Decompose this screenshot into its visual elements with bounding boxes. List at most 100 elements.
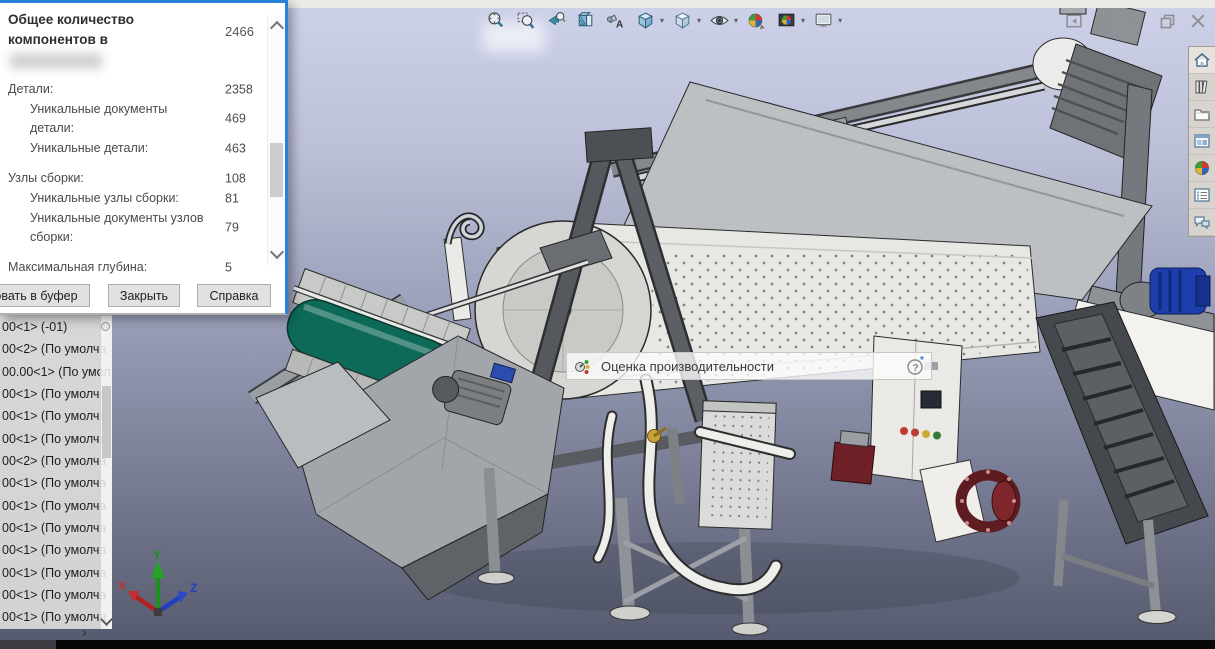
hide-show-items-icon xyxy=(709,10,730,31)
feature-tree-flyout: 00<1> (-01) 00<2> (По умолча 00.00<1> (П… xyxy=(0,315,112,629)
tree-scrollbar-thumb[interactable] xyxy=(102,386,111,458)
triad-y-label: Y xyxy=(153,550,161,562)
close-dialog-button[interactable]: Закрыть xyxy=(108,284,180,307)
stat-label: Узлы сборки: xyxy=(8,169,204,188)
feature-tree-item[interactable]: 00<1> (По умолча xyxy=(0,584,112,606)
svg-text:?: ? xyxy=(912,362,918,374)
feature-tree-item[interactable]: 00<1> (По умолча xyxy=(0,495,112,517)
drum-cover xyxy=(620,82,1152,300)
feature-tree-item[interactable]: 00<1> (По умолча xyxy=(0,405,112,427)
taskpane-forum-button[interactable] xyxy=(1189,209,1215,236)
gearmotor xyxy=(1033,8,1162,162)
previous-view-icon xyxy=(545,10,566,31)
feature-tree-item[interactable]: 00<2> (По умолча xyxy=(0,450,112,472)
minimize-button[interactable] xyxy=(1127,12,1145,30)
taskpane-design-library-button[interactable] xyxy=(1189,74,1215,101)
section-view-button[interactable] xyxy=(574,9,597,32)
perforated-box xyxy=(699,401,776,529)
hide-show-items-dropdown[interactable]: ▾ xyxy=(734,16,738,25)
dialog-scrollbar-thumb[interactable] xyxy=(270,143,283,197)
help-icon: ? * xyxy=(906,356,926,376)
custom-properties-icon xyxy=(1192,185,1212,205)
hide-show-items-button[interactable] xyxy=(708,9,731,32)
stat-label: Уникальные детали: xyxy=(8,139,204,158)
tree-scroll-down-icon[interactable] xyxy=(100,613,112,626)
display-style-icon xyxy=(672,10,693,31)
stat-label: Детали: xyxy=(8,80,204,99)
pane-toggle-right-button[interactable] xyxy=(1096,12,1114,30)
view-orientation-button[interactable] xyxy=(634,9,657,32)
scroll-up-icon[interactable] xyxy=(270,21,284,35)
feature-tree-item[interactable]: 00<2> (По умолча xyxy=(0,338,112,360)
copy-to-clipboard-button[interactable]: ировать в буфер xyxy=(0,284,90,307)
help-dialog-button[interactable]: Справка xyxy=(197,284,271,307)
feature-tree-item[interactable]: 00<1> (По умолча xyxy=(0,428,112,450)
stat-label: Уникальные документы узлов сборки: xyxy=(8,209,204,247)
view-orientation-icon xyxy=(635,10,656,31)
feature-tree-item[interactable]: 00<1> (По умолча xyxy=(0,517,112,539)
stat-row: Уникальные документы детали: 469 xyxy=(8,100,268,138)
feature-tree-item[interactable]: 00<1> (По умолча xyxy=(0,383,112,405)
annotation-views-button[interactable]: A xyxy=(604,9,627,32)
previous-view-button[interactable] xyxy=(544,9,567,32)
display-style-dropdown[interactable]: ▾ xyxy=(697,16,701,25)
minimize-icon xyxy=(1128,13,1144,29)
stat-value: 2358 xyxy=(225,80,253,99)
feature-tree-item[interactable]: 00<1> (По умолча xyxy=(0,539,112,561)
performance-evaluation-titlebar[interactable]: Оценка производительности ? * xyxy=(566,352,932,380)
tree-scrollbar[interactable] xyxy=(100,316,112,629)
edit-appearance-button[interactable] xyxy=(745,9,768,32)
apply-scene-icon xyxy=(776,10,797,31)
restore-icon xyxy=(1159,13,1176,30)
feature-tree-item[interactable]: 00.00<1> (По умол xyxy=(0,361,112,383)
triad-z-label: Z xyxy=(190,581,197,595)
view-settings-button[interactable] xyxy=(812,9,835,32)
feature-tree-item[interactable]: 00<1> (По умолча xyxy=(0,472,112,494)
view-orientation-dropdown[interactable]: ▾ xyxy=(660,16,664,25)
water-pipes xyxy=(598,380,790,590)
frame-top-beam xyxy=(612,62,1078,170)
stat-label: Число компонентов верхнего уровня: xyxy=(8,278,204,279)
heads-up-toolbar: A ▾ ▾ xyxy=(484,9,842,32)
breadcrumb-expand-chevron[interactable]: › xyxy=(82,626,87,640)
pane-toggle-left-button[interactable] xyxy=(1065,12,1083,30)
apply-scene-button[interactable] xyxy=(775,9,798,32)
appearances-ball-icon xyxy=(1192,158,1212,178)
support-column xyxy=(1114,84,1152,334)
taskpane-custom-properties-button[interactable] xyxy=(1189,182,1215,209)
apply-scene-dropdown[interactable]: ▾ xyxy=(801,16,805,25)
feature-tree-item[interactable]: 00<1> (-01) xyxy=(0,316,112,338)
view-settings-dropdown[interactable]: ▾ xyxy=(838,16,842,25)
feature-tree-item[interactable]: 00<1> (По умолча xyxy=(0,562,112,584)
zoom-to-fit-button[interactable] xyxy=(484,9,507,32)
pane-toggle-left-icon xyxy=(1066,13,1082,29)
taskpane-view-palette-button[interactable] xyxy=(1189,128,1215,155)
dialog-title: Общее количество компонентов в xyxy=(8,10,204,49)
solidworks-window: A ▾ ▾ xyxy=(0,0,1215,649)
display-style-button[interactable] xyxy=(671,9,694,32)
silver-rail xyxy=(308,262,588,354)
dialog-scrollbar[interactable] xyxy=(267,15,285,265)
zoom-to-area-button[interactable] xyxy=(514,9,537,32)
bottom-bar-left-segment xyxy=(0,640,56,649)
stat-value: 463 xyxy=(225,139,246,158)
scroll-down-icon[interactable] xyxy=(270,245,284,259)
taskpane-home-button[interactable] xyxy=(1189,47,1215,74)
stat-label: Максимальная глубина: xyxy=(8,258,204,277)
stat-row: Уникальные узлы сборки: 81 xyxy=(8,189,268,208)
stat-value: 81 xyxy=(225,189,239,208)
feature-tree-item[interactable]: 00<1> (По умолча xyxy=(0,606,112,628)
hopper-motor xyxy=(428,363,516,426)
home-icon xyxy=(1192,50,1212,70)
task-pane xyxy=(1188,46,1215,237)
help-button[interactable]: ? * xyxy=(906,356,926,376)
stat-value: 469 xyxy=(225,110,246,129)
svg-text:*: * xyxy=(920,356,924,366)
stat-value: 79 xyxy=(225,219,239,238)
close-window-button[interactable] xyxy=(1189,12,1207,30)
taskpane-appearances-button[interactable] xyxy=(1189,155,1215,182)
annotation-views-icon: A xyxy=(605,10,626,31)
restore-button[interactable] xyxy=(1158,12,1176,30)
stat-row: Детали: 2358 xyxy=(8,80,268,99)
taskpane-file-explorer-button[interactable] xyxy=(1189,101,1215,128)
